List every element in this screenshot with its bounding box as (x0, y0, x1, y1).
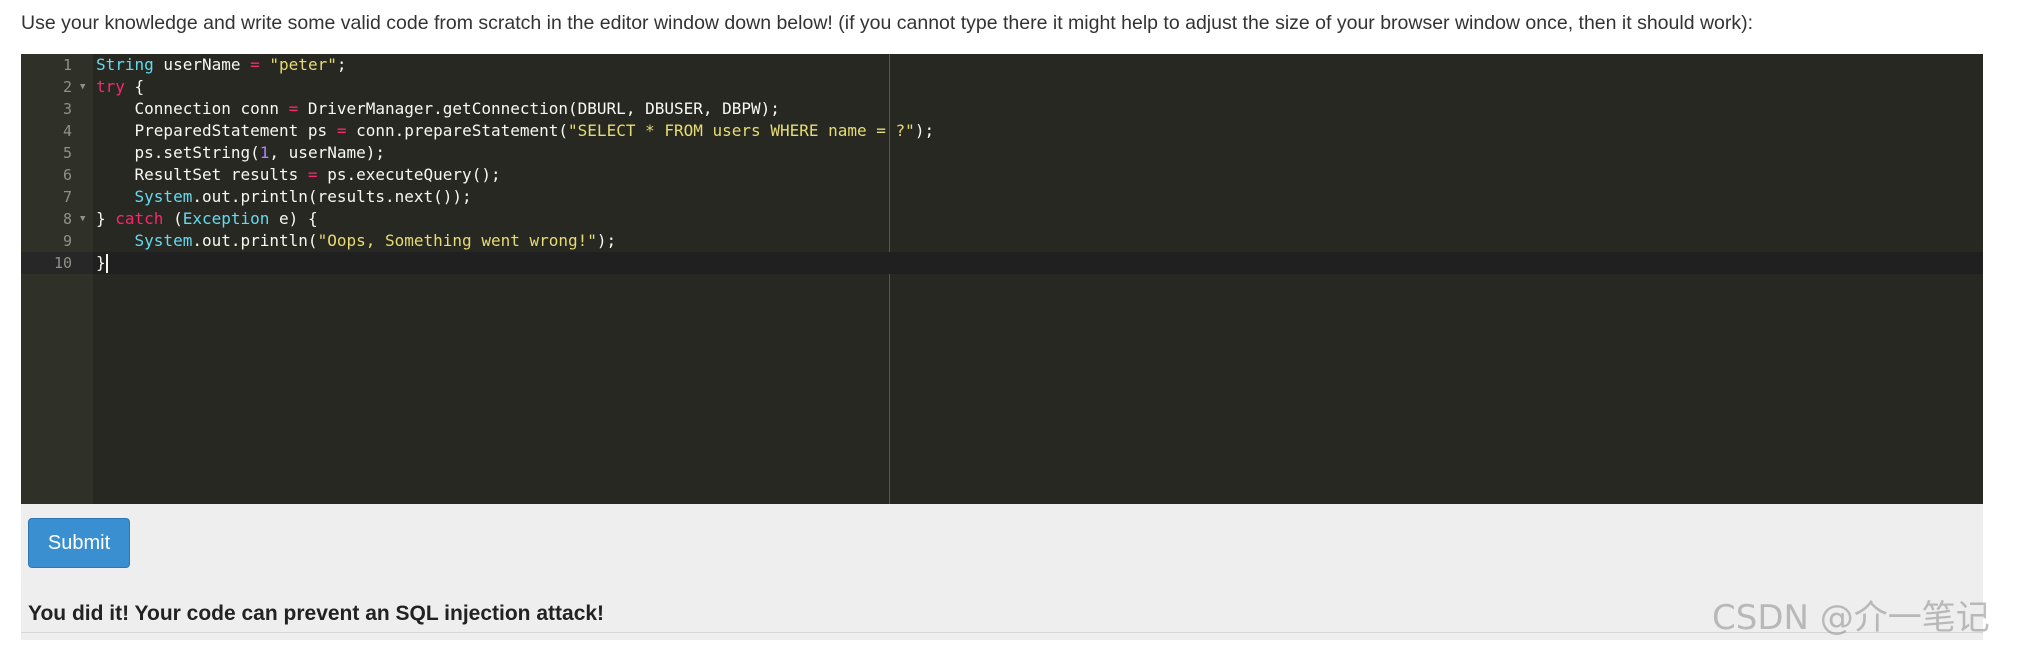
code-token: ps.setString( (96, 143, 260, 162)
code-line[interactable]: 7 System.out.println(results.next()); (21, 186, 1983, 208)
line-number: 8 (62, 210, 72, 228)
code-token: = (250, 55, 260, 74)
code-token: 1 (259, 143, 270, 162)
line-number-cell: 6 (21, 164, 93, 186)
divider (21, 632, 1983, 633)
code-token: .out.println( (192, 231, 318, 250)
code-token: = (307, 165, 318, 184)
code-token: e) { (269, 209, 318, 228)
code-text: Connection conn = DriverManager.getConne… (96, 98, 780, 120)
code-token: } (96, 209, 116, 228)
code-text: ps.setString(1, userName); (96, 142, 385, 164)
text-cursor (106, 254, 108, 273)
watermark: CSDN @介一笔记 (1712, 598, 1990, 638)
code-line[interactable]: 8 ▼} catch (Exception e) { (21, 208, 1983, 230)
code-text: ResultSet results = ps.executeQuery(); (96, 164, 501, 186)
page: Use your knowledge and write some valid … (0, 0, 2020, 646)
line-number: 4 (62, 122, 72, 140)
code-text: try { (96, 76, 144, 98)
line-number: 1 (62, 56, 72, 74)
code-text: } catch (Exception e) { (96, 208, 318, 230)
code-token: "peter" (269, 55, 337, 74)
line-number: 2 (62, 78, 72, 96)
code-text: PreparedStatement ps = conn.prepareState… (96, 120, 935, 142)
line-number: 6 (62, 166, 72, 184)
line-number: 5 (62, 144, 72, 162)
code-text: } (96, 252, 106, 274)
code-token: = (288, 99, 299, 118)
code-token: Connection conn (96, 99, 289, 118)
instructions-text: Use your knowledge and write some valid … (21, 12, 1754, 34)
code-token: catch (115, 209, 164, 228)
line-number-cell: 5 (21, 142, 93, 164)
code-text: String userName = "peter"; (96, 54, 346, 76)
line-number-cell: 10 (21, 252, 93, 274)
line-number-cell: 8 ▼ (21, 208, 93, 230)
line-number: 10 (53, 254, 72, 272)
code-token: ); (914, 121, 935, 140)
code-token: String (96, 55, 154, 74)
code-token: ( (163, 209, 183, 228)
code-line[interactable]: 6 ResultSet results = ps.executeQuery(); (21, 164, 1983, 186)
submit-button[interactable]: Submit (28, 518, 130, 568)
fold-arrow-icon[interactable]: ▼ (80, 76, 85, 98)
code-token: { (124, 77, 145, 96)
code-token: PreparedStatement ps (96, 121, 337, 140)
line-number-cell: 2 ▼ (21, 76, 93, 98)
code-line[interactable]: 3 Connection conn = DriverManager.getCon… (21, 98, 1983, 120)
line-number-cell: 1 (21, 54, 93, 76)
code-token: ps.executeQuery(); (317, 165, 501, 184)
line-number: 7 (62, 188, 72, 206)
code-token: .out.println(results.next()); (192, 187, 472, 206)
line-number-cell: 9 (21, 230, 93, 252)
code-line[interactable]: 1 String userName = "peter"; (21, 54, 1983, 76)
code-token: conn.prepareStatement( (346, 121, 569, 140)
code-token: userName (153, 55, 251, 74)
code-token: System (134, 187, 193, 206)
code-token: try (96, 77, 125, 96)
code-line[interactable]: 10} (21, 252, 1983, 274)
code-line[interactable]: 9 System.out.println("Oops, Something we… (21, 230, 1983, 252)
code-token: ); (596, 231, 617, 250)
code-text: System.out.println("Oops, Something went… (96, 230, 617, 252)
line-number-cell: 4 (21, 120, 93, 142)
code-token: System (134, 231, 193, 250)
line-number: 3 (62, 100, 72, 118)
code-token: ResultSet results (96, 165, 308, 184)
code-token: DriverManager.getConnection(DBURL, DBUSE… (298, 99, 780, 118)
line-number-cell: 7 (21, 186, 93, 208)
code-token: } (96, 253, 106, 272)
code-line[interactable]: 5 ps.setString(1, userName); (21, 142, 1983, 164)
code-token: , userName); (269, 143, 385, 162)
code-text: System.out.println(results.next()); (96, 186, 472, 208)
code-line[interactable]: 4 PreparedStatement ps = conn.prepareSta… (21, 120, 1983, 142)
code-token: "SELECT * FROM users WHERE name = ?" (568, 121, 915, 140)
code-token: Exception (182, 209, 270, 228)
line-number-cell: 3 (21, 98, 93, 120)
code-line[interactable]: 2 ▼ try { (21, 76, 1983, 98)
code-token: ; (336, 55, 347, 74)
line-number: 9 (62, 232, 72, 250)
code-editor[interactable]: 1 String userName = "peter"; 2 ▼ try {3 Conn… (21, 54, 1983, 504)
fold-arrow-icon[interactable]: ▼ (80, 208, 85, 230)
result-message: You did it! Your code can prevent an SQL… (28, 602, 605, 625)
code-token: "Oops, Something went wrong!" (317, 231, 597, 250)
